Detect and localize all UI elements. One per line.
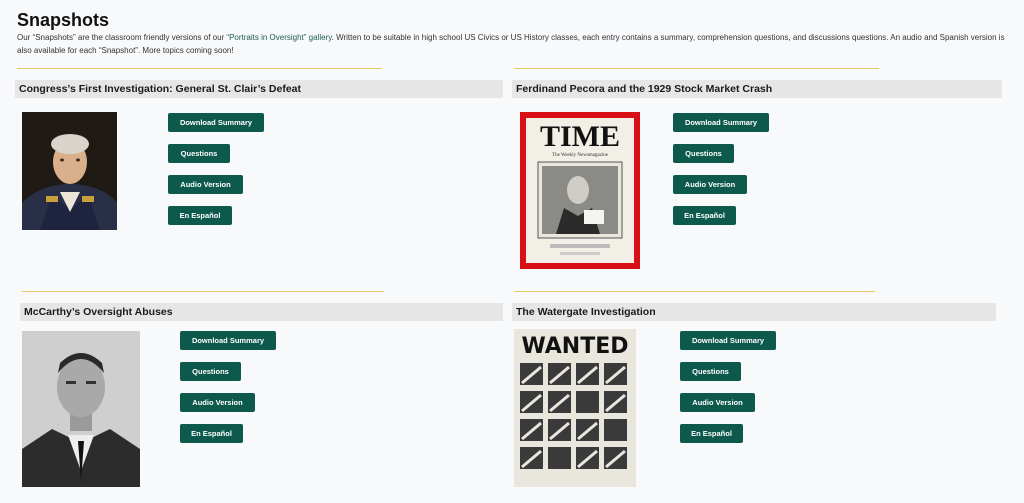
questions-button[interactable]: Questions [680,362,741,381]
card-title-st-clair: Congress’s First Investigation: General … [15,80,503,98]
time-masthead: TIME [540,120,620,153]
wanted-headline: WANTED [521,334,628,359]
en-espanol-button[interactable]: En Español [680,424,743,443]
questions-button[interactable]: Questions [168,144,230,163]
download-summary-button[interactable]: Download Summary [680,331,776,350]
card-divider [22,291,384,292]
download-summary-button[interactable]: Download Summary [180,331,276,350]
download-summary-button[interactable]: Download Summary [168,113,264,132]
download-summary-button[interactable]: Download Summary [673,113,769,132]
card-divider [514,68,879,69]
card-title-pecora: Ferdinand Pecora and the 1929 Stock Mark… [512,80,1002,98]
audio-version-button[interactable]: Audio Version [180,393,255,412]
bw-portrait-photo-image [22,331,140,487]
card-divider [17,68,382,69]
en-espanol-button[interactable]: En Español [673,206,736,225]
portrait-painting-image [22,112,117,230]
en-espanol-button[interactable]: En Español [180,424,243,443]
audio-version-button[interactable]: Audio Version [680,393,755,412]
card-divider [514,291,875,292]
intro-text-start: Our “Snapshots” are the classroom friend… [17,33,227,42]
en-espanol-button[interactable]: En Español [168,206,232,225]
wanted-poster-image: WANTED [514,329,636,487]
audio-version-button[interactable]: Audio Version [168,175,243,194]
page-title: Snapshots [17,10,110,30]
time-subtitle: The Weekly Newsmagazine [552,153,609,158]
questions-button[interactable]: Questions [673,144,734,163]
questions-button[interactable]: Questions [180,362,241,381]
portraits-gallery-link[interactable]: “Portraits in Oversight” gallery [226,33,331,42]
intro-paragraph: Our “Snapshots” are the classroom friend… [17,31,1012,57]
audio-version-button[interactable]: Audio Version [673,175,747,194]
card-title-mccarthy: McCarthy’s Oversight Abuses [20,303,503,321]
time-magazine-cover-image: TIME The Weekly Newsmagazine [520,112,640,269]
card-title-watergate: The Watergate Investigation [512,303,996,321]
